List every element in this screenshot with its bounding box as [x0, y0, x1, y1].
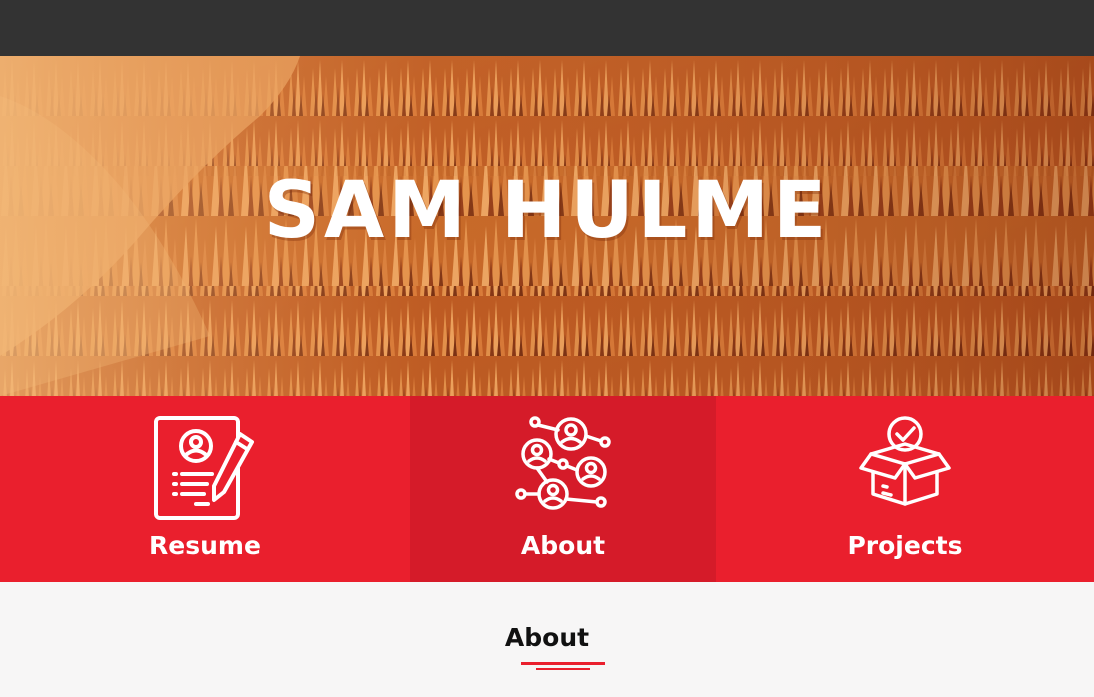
about-section: About [0, 582, 1094, 697]
resume-icon [154, 416, 254, 520]
nav-label-resume: Resume [149, 531, 261, 560]
hero-banner: SAM HULME [0, 56, 1094, 396]
title-underline-short [536, 668, 590, 670]
hero-title: SAM HULME [263, 166, 831, 256]
nav-tile-about[interactable]: About [410, 396, 716, 582]
nav-tile-resume[interactable]: Resume [0, 396, 410, 582]
section-title: About [504, 623, 590, 652]
title-underline [521, 662, 605, 665]
nav-tile-projects[interactable]: Projects [716, 396, 1094, 582]
open-box-icon [859, 416, 951, 506]
nav-label-projects: Projects [847, 531, 963, 560]
top-bar [0, 0, 1094, 56]
nav-tiles: Resume About Projects [0, 396, 1094, 582]
network-people-icon [515, 416, 611, 510]
nav-label-about: About [520, 531, 606, 560]
